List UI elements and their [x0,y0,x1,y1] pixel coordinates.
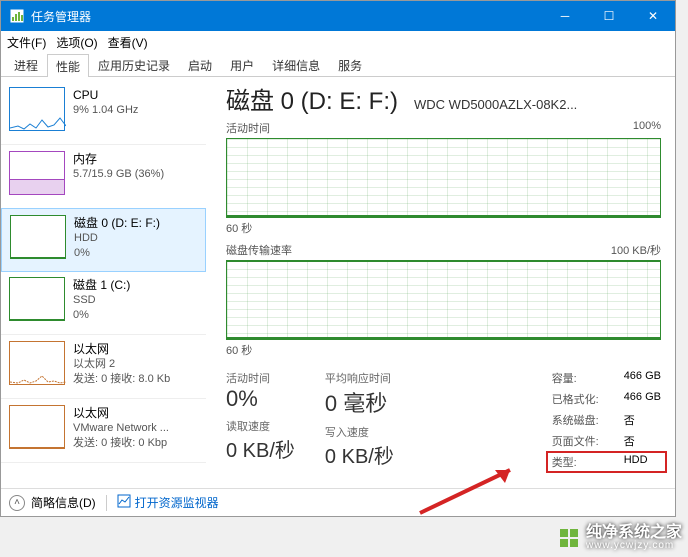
chart-active-time: 活动时间 100% 60 秒 [226,120,661,236]
kv-val: 否 [624,412,635,428]
tab-processes[interactable]: 进程 [5,53,47,76]
kv-val: HDD [624,454,648,470]
watermark-url: www.ycwjzy.com [586,541,682,551]
stat-value: 0% [226,386,295,412]
chevron-up-icon[interactable]: ˄ [9,495,25,511]
sidebar-item-disk1[interactable]: 磁盘 1 (C:) SSD 0% [1,271,206,335]
ethernet-sparkline [9,341,65,385]
separator [106,495,107,511]
tabstrip: 进程 性能 应用历史记录 启动 用户 详细信息 服务 [1,53,675,77]
sidebar-item-label: 磁盘 0 (D: E: F:) [74,215,160,231]
kv-key: 容量: [552,370,612,386]
chart-area[interactable] [226,260,661,340]
sidebar-item-memory[interactable]: 内存 5.7/15.9 GB (36%) [1,145,206,209]
menu-file[interactable]: 文件(F) [7,34,46,51]
kv-key: 已格式化: [552,391,612,407]
tab-details[interactable]: 详细信息 [263,53,329,76]
footer: ˄ 简略信息(D) 打开资源监视器 [1,488,675,516]
sidebar-item-label: 以太网 [73,405,169,421]
tab-apphistory[interactable]: 应用历史记录 [89,53,179,76]
window-title: 任务管理器 [31,8,543,25]
kv-key: 系统磁盘: [552,412,612,428]
stat-value: 0 毫秒 [325,386,394,418]
chart-xaxis: 60 秒 [226,342,661,358]
kv-val: 否 [624,433,635,449]
window-controls: ─ ☐ ✕ [543,1,675,31]
type-highlight: 类型: HDD [546,451,667,473]
chart-xaxis: 60 秒 [226,220,661,236]
stat-label: 平均响应时间 [325,370,394,386]
resmon-icon [117,494,131,511]
tab-performance[interactable]: 性能 [47,54,89,77]
sidebar-item-ethernet2[interactable]: 以太网 VMware Network ... 发送: 0 接收: 0 Kbp [1,399,206,463]
sidebar-item-label: 磁盘 1 (C:) [73,277,130,293]
brief-info-link[interactable]: 简略信息(D) [31,494,96,511]
watermark-brand: 纯净系统之家 [586,524,682,541]
sidebar-item-ethernet1[interactable]: 以太网 以太网 2 发送: 0 接收: 8.0 Kb [1,335,206,399]
detail-title: 磁盘 0 (D: E: F:) [226,81,398,116]
performance-detail: 磁盘 0 (D: E: F:) WDC WD5000AZLX-08K2... 活… [206,77,675,488]
stat-label: 读取速度 [226,418,295,434]
tab-services[interactable]: 服务 [329,53,371,76]
open-resmon-link[interactable]: 打开资源监视器 [117,494,219,511]
chart-area[interactable] [226,138,661,218]
sidebar-item-label: CPU [73,87,138,103]
cpu-sparkline [9,87,65,131]
chart-max: 100% [633,120,661,136]
tab-users[interactable]: 用户 [221,53,263,76]
tab-startup[interactable]: 启动 [179,53,221,76]
chart-label: 活动时间 [226,120,270,136]
sidebar-item-label: 内存 [73,151,164,167]
disk-sparkline [10,215,66,259]
kv-key: 类型: [552,454,612,470]
menu-options[interactable]: 选项(O) [56,34,97,51]
stats-row: 活动时间 0% 读取速度 0 KB/秒 平均响应时间 0 毫秒 写入速度 [226,370,661,470]
app-icon [9,8,25,24]
maximize-button[interactable]: ☐ [587,1,631,31]
minimize-button[interactable]: ─ [543,1,587,31]
kv-val: 466 GB [624,391,661,407]
menu-view[interactable]: 查看(V) [108,34,148,51]
stat-label: 活动时间 [226,370,295,386]
chart-label: 磁盘传输速率 [226,242,292,258]
kv-key: 页面文件: [552,433,612,449]
titlebar[interactable]: 任务管理器 ─ ☐ ✕ [1,1,675,31]
task-manager-window: 任务管理器 ─ ☐ ✕ 文件(F) 选项(O) 查看(V) 进程 性能 应用历史… [0,0,676,517]
stat-label: 写入速度 [325,424,394,440]
menubar: 文件(F) 选项(O) 查看(V) [1,31,675,53]
content: CPU 9% 1.04 GHz 内存 5.7/15.9 GB (36%) 磁盘 … [1,77,675,488]
stat-value: 0 KB/秒 [226,434,295,463]
disk-sparkline [9,277,65,321]
watermark: 纯净系统之家 www.ycwjzy.com [558,525,682,551]
stat-value: 0 KB/秒 [325,440,394,469]
sidebar-item-label: 以太网 [73,341,170,357]
sidebar-item-disk0[interactable]: 磁盘 0 (D: E: F:) HDD 0% [1,208,206,272]
kv-val: 466 GB [624,370,661,386]
chart-transfer-rate: 磁盘传输速率 100 KB/秒 60 秒 [226,242,661,358]
disk-model: WDC WD5000AZLX-08K2... [414,97,577,112]
memory-sparkline [9,151,65,195]
sidebar-item-cpu[interactable]: CPU 9% 1.04 GHz [1,81,206,145]
ethernet-sparkline [9,405,65,449]
watermark-logo-icon [558,527,580,549]
chart-max: 100 KB/秒 [611,242,661,258]
performance-sidebar: CPU 9% 1.04 GHz 内存 5.7/15.9 GB (36%) 磁盘 … [1,77,206,488]
close-button[interactable]: ✕ [631,1,675,31]
